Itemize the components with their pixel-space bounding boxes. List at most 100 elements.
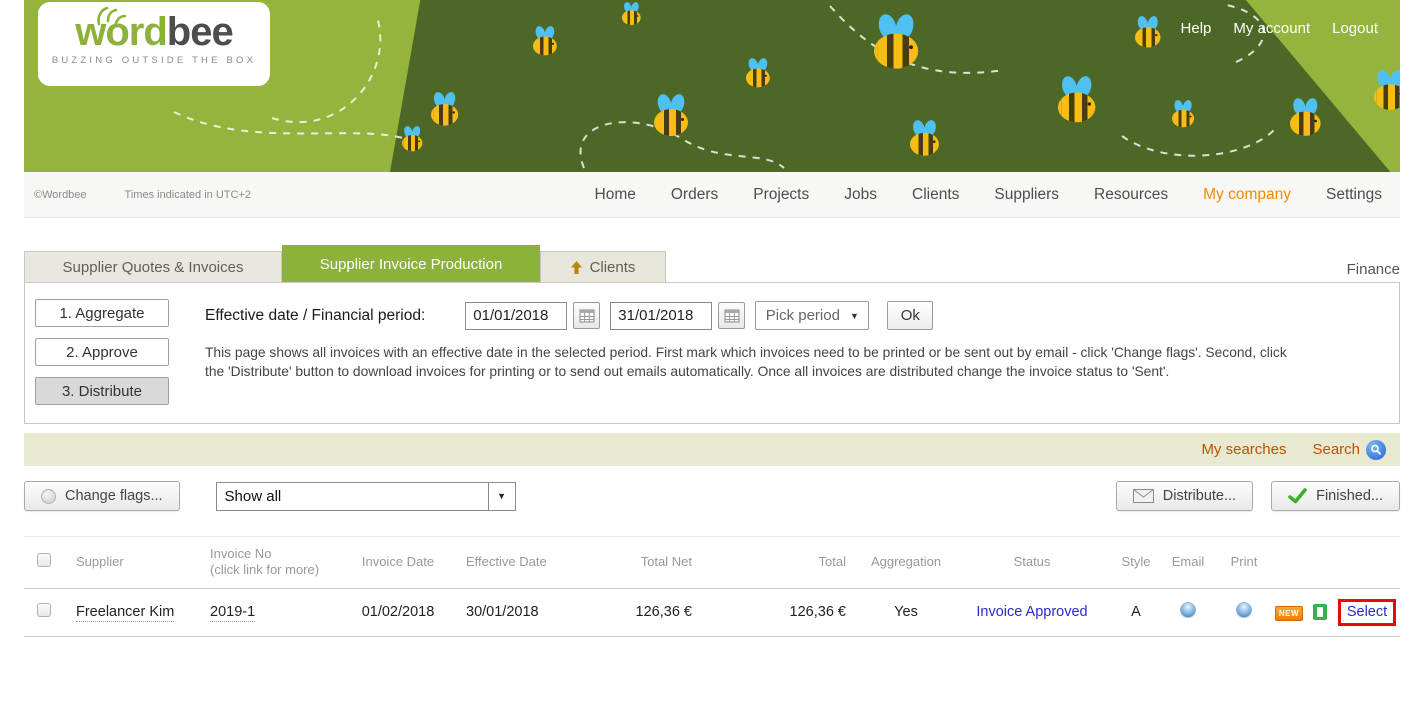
tab-label: Supplier Quotes & Invoices <box>63 259 244 276</box>
envelope-icon <box>1133 489 1154 503</box>
chevron-down-icon: ▼ <box>850 311 859 321</box>
toolbar: Change flags... Show all ▼ Distribute...… <box>24 481 1400 511</box>
period-label: Effective date / Financial period: <box>205 307 425 325</box>
help-link[interactable]: Help <box>1181 20 1212 37</box>
col-total: Total <box>706 537 860 589</box>
tab-clients[interactable]: Clients <box>540 251 666 282</box>
email-flag-icon[interactable] <box>1180 602 1196 618</box>
status-link[interactable]: Invoice Approved <box>976 604 1087 620</box>
col-invoice-no: Invoice No (click link for more) <box>196 537 344 589</box>
calendar-icon <box>579 309 595 323</box>
filter-selected-value: Show all <box>217 483 488 510</box>
nav-home[interactable]: Home <box>595 186 636 204</box>
pick-period-dropdown[interactable]: Pick period ▼ <box>755 301 869 330</box>
annotation-highlight-box: Select <box>1338 599 1396 626</box>
date-from-input[interactable] <box>465 302 567 330</box>
nav-projects[interactable]: Projects <box>753 186 809 204</box>
finished-button[interactable]: Finished... <box>1271 481 1400 511</box>
tab-supplier-invoice-production[interactable]: Supplier Invoice Production <box>282 245 540 282</box>
col-print: Print <box>1216 537 1272 589</box>
bee-icon <box>654 94 690 140</box>
search-link-label: Search <box>1312 441 1360 458</box>
bee-icon <box>1290 98 1322 139</box>
wordbee-logo: wordbee BUZZING OUTSIDE THE BOX <box>38 2 270 86</box>
ok-button[interactable]: Ok <box>887 301 933 330</box>
bee-icon <box>1058 76 1098 127</box>
search-link[interactable]: Search <box>1312 440 1386 460</box>
col-status: Status <box>952 537 1112 589</box>
total-cell: 126,36 € <box>706 588 860 636</box>
table-row: Freelancer Kim 2019-1 01/02/2018 30/01/2… <box>24 588 1400 636</box>
calendar-from-button[interactable] <box>573 302 600 329</box>
effective-date-cell: 30/01/2018 <box>452 588 570 636</box>
col-total-net: Total Net <box>570 537 706 589</box>
nav-orders[interactable]: Orders <box>671 186 718 204</box>
banner: wordbee BUZZING OUTSIDE THE BOX Help My … <box>24 0 1400 172</box>
invoice-date-cell: 01/02/2018 <box>344 588 452 636</box>
col-effective-date: Effective Date <box>452 537 570 589</box>
bee-icon <box>1172 100 1195 130</box>
logout-link[interactable]: Logout <box>1332 20 1378 37</box>
nav-settings[interactable]: Settings <box>1326 186 1382 204</box>
nav-my-company[interactable]: My company <box>1203 186 1291 204</box>
bee-icon <box>402 126 424 154</box>
select-link[interactable]: Select <box>1347 604 1387 620</box>
page: wordbee BUZZING OUTSIDE THE BOX Help My … <box>0 0 1424 704</box>
page-description: This page shows all invoices with an eff… <box>205 343 1299 382</box>
finance-label: Finance <box>1347 261 1400 282</box>
col-invoice-date: Invoice Date <box>344 537 452 589</box>
style-cell: A <box>1112 588 1160 636</box>
tab-supplier-quotes-invoices[interactable]: Supplier Quotes & Invoices <box>24 251 282 282</box>
bee-icon <box>622 2 642 27</box>
tab-row: Supplier Quotes & Invoices Supplier Invo… <box>24 245 1400 282</box>
period-row: Effective date / Financial period: <box>205 301 1299 330</box>
distribute-button[interactable]: Distribute... <box>1116 481 1253 511</box>
aggregate-button[interactable]: 1. Aggregate <box>35 299 169 327</box>
bee-icon <box>1374 70 1400 114</box>
up-arrow-icon <box>571 261 582 274</box>
my-searches-link[interactable]: My searches <box>1201 441 1286 458</box>
supplier-link[interactable]: Freelancer Kim <box>76 604 174 622</box>
select-all-checkbox[interactable] <box>37 553 51 567</box>
table-header-row: Supplier Invoice No (click link for more… <box>24 537 1400 589</box>
distribute-label: Distribute... <box>1163 488 1236 504</box>
print-flag-icon[interactable] <box>1236 602 1252 618</box>
chevron-down-icon: ▼ <box>488 483 515 510</box>
calendar-to-button[interactable] <box>718 302 745 329</box>
nav-clients[interactable]: Clients <box>912 186 959 204</box>
date-to-input[interactable] <box>610 302 712 330</box>
search-bar: My searches Search <box>24 433 1400 466</box>
logo-wordmark: wordbee <box>38 12 270 52</box>
tab-label: Clients <box>590 259 636 276</box>
invoice-document-icon[interactable] <box>1313 604 1327 620</box>
nav-suppliers[interactable]: Suppliers <box>994 186 1059 204</box>
toolbar-right: Distribute... Finished... <box>1116 481 1400 511</box>
bee-icon <box>746 58 771 90</box>
navbar: ©Wordbee Times indicated in UTC+2 Home O… <box>24 172 1400 218</box>
invoice-no-link[interactable]: 2019-1 <box>210 604 255 622</box>
calendar-icon <box>724 309 740 323</box>
approve-button[interactable]: 2. Approve <box>35 338 169 366</box>
logo-tagline: BUZZING OUTSIDE THE BOX <box>38 55 270 66</box>
bee-icon <box>1135 16 1162 51</box>
invoice-production-panel: 1. Aggregate 2. Approve 3. Distribute Ef… <box>24 282 1400 424</box>
logo-bee: bee <box>167 10 233 54</box>
col-email: Email <box>1160 537 1216 589</box>
magnifier-glyph <box>1370 444 1382 456</box>
nav-resources[interactable]: Resources <box>1094 186 1168 204</box>
banner-links: Help My account Logout <box>1181 20 1378 37</box>
my-account-link[interactable]: My account <box>1233 20 1310 37</box>
distribute-step-button[interactable]: 3. Distribute <box>35 377 169 405</box>
row-checkbox[interactable] <box>37 603 51 617</box>
invoice-filter-select[interactable]: Show all ▼ <box>216 482 516 511</box>
col-invoice-no-line1: Invoice No <box>210 546 344 562</box>
timezone-note: Times indicated in UTC+2 <box>125 189 251 201</box>
bee-icon <box>910 120 941 159</box>
search-icon[interactable] <box>1366 440 1386 460</box>
flag-circle-icon <box>41 489 56 504</box>
change-flags-button[interactable]: Change flags... <box>24 481 180 511</box>
col-invoice-no-line2: (click link for more) <box>210 562 344 578</box>
tab-label: Supplier Invoice Production <box>320 256 503 273</box>
workflow-buttons: 1. Aggregate 2. Approve 3. Distribute <box>35 299 205 409</box>
nav-jobs[interactable]: Jobs <box>844 186 877 204</box>
